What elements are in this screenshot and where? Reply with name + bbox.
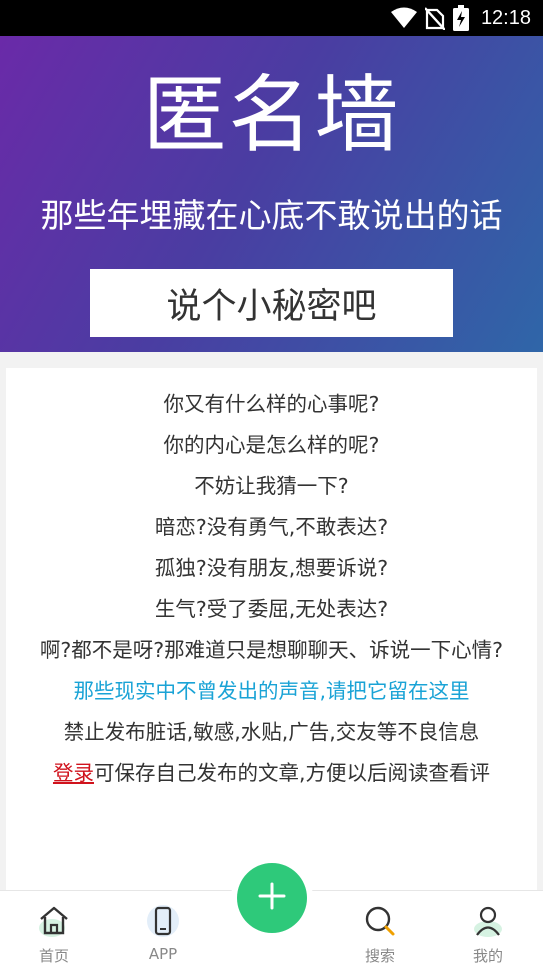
intro-line: 啊?都不是呀?那难道只是想聊聊天、诉说一下心情? <box>39 638 504 662</box>
no-sim-icon <box>424 6 445 30</box>
login-description: 可保存自己发布的文章,方便以后阅读查看评 <box>93 761 490 785</box>
battery-charging-icon <box>452 5 469 31</box>
rules-line: 禁止发布脏话,敏感,水贴,广告,交友等不良信息 <box>63 720 480 744</box>
intro-line: 你的内心是怎么样的呢? <box>163 433 380 457</box>
intro-line: 生气?受了委屈,无处表达? <box>154 597 389 621</box>
status-time: 12:18 <box>480 6 531 29</box>
login-line: 登录可保存自己发布的文章,方便以后阅读查看评 <box>24 753 519 794</box>
intro-line: 暗恋?没有勇气,不敢表达? <box>154 515 389 539</box>
plus-icon <box>257 881 287 915</box>
login-link[interactable]: 登录 <box>53 761 94 785</box>
nav-label-home: 首页 <box>38 947 69 965</box>
page-title: 匿名墙 <box>142 66 401 164</box>
nav-item-search[interactable]: 搜索 <box>335 891 425 967</box>
intro-line: 孤独?没有朋友,想要诉说? <box>154 556 389 580</box>
user-icon <box>470 903 506 939</box>
highlight-line: 那些现实中不曾发出的声音,请把它留在这里 <box>73 679 470 703</box>
home-icon <box>36 903 72 939</box>
nav-item-mine[interactable]: 我的 <box>443 891 533 967</box>
nav-item-app[interactable]: APP <box>118 891 208 967</box>
intro-card: 你又有什么样的心事呢? 你的内心是怎么样的呢? 不妨让我猜一下? 暗恋?没有勇气… <box>6 368 537 890</box>
search-icon <box>362 903 398 939</box>
hero-banner: 匿名墙 那些年埋藏在心底不敢说出的话 说个小秘密吧 <box>0 36 543 352</box>
phone-icon <box>145 903 181 939</box>
nav-item-home[interactable]: 首页 <box>9 891 99 967</box>
wifi-icon <box>390 7 417 29</box>
hero-subtitle: 那些年埋藏在心底不敢说出的话 <box>40 196 503 235</box>
nav-label-search: 搜索 <box>364 947 395 965</box>
nav-label-mine: 我的 <box>472 947 503 965</box>
add-post-button[interactable] <box>237 863 307 933</box>
nav-label-app: APP <box>148 945 178 963</box>
intro-line: 你又有什么样的心事呢? <box>163 392 380 416</box>
intro-line: 不妨让我猜一下? <box>194 474 349 498</box>
status-bar: 12:18 <box>0 0 543 36</box>
say-secret-button[interactable]: 说个小秘密吧 <box>90 269 453 337</box>
